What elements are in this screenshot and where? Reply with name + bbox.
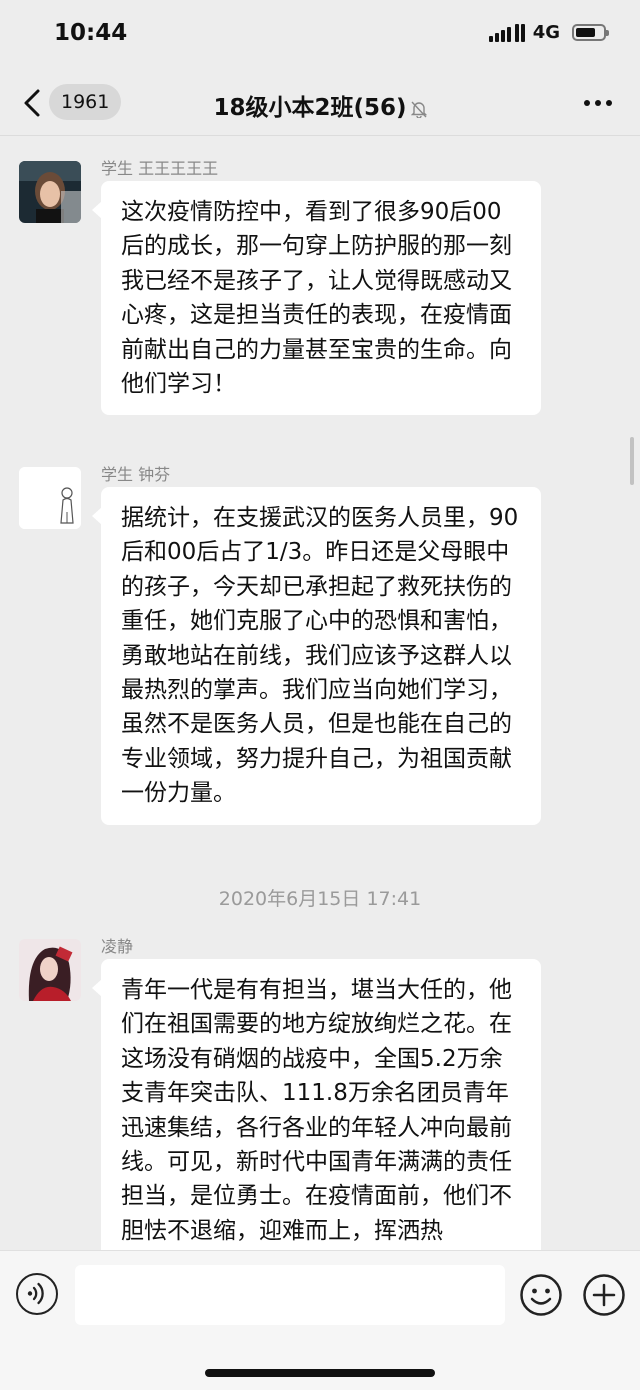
chat-title-text: 18级小本2班(56) [213, 95, 407, 121]
voice-icon[interactable] [16, 1273, 58, 1315]
sender-name: 学生 钟芬 [101, 465, 171, 484]
chat-title: 18级小本2班(56) [0, 88, 640, 122]
input-bar [0, 1250, 640, 1390]
message-bubble[interactable]: 这次疫情防控中，看到了很多90后00后的成长，那一句穿上防护服的那一刻我已经不是… [92, 181, 541, 416]
emoji-icon[interactable] [519, 1273, 563, 1317]
message-bubble[interactable]: 据统计，在支援武汉的医务人员里，90后和00后占了1/3。昨日还是父母眼中的孩子… [92, 487, 541, 825]
status-bar: 10:44 4G [0, 0, 640, 70]
home-indicator[interactable] [205, 1369, 435, 1377]
message-bubble[interactable]: 青年一代是有有担当，堪当大任的，他们在祖国需要的地方绽放绚烂之花。在这场没有硝烟… [92, 959, 541, 1250]
bell-off-icon [410, 101, 427, 118]
status-time: 10:44 [54, 20, 128, 46]
chat-header: 1961 18级小本2班(56) [0, 70, 640, 136]
avatar[interactable] [19, 939, 81, 1001]
sender-name: 凌静 [101, 937, 134, 956]
timestamp-divider: 2020年6月15日 17:41 [218, 888, 422, 910]
network-label: 4G [532, 22, 560, 43]
sender-name: 学生 王王王王王 [101, 159, 219, 178]
more-dots-icon[interactable] [584, 100, 612, 106]
message-input[interactable] [75, 1265, 505, 1325]
avatar[interactable] [19, 467, 81, 529]
avatar[interactable] [19, 161, 81, 223]
status-indicators: 4G [488, 22, 609, 43]
plus-circle-icon[interactable] [582, 1273, 626, 1317]
signal-icon [488, 23, 525, 42]
chat-messages[interactable]: 学生 王王王王王 这次疫情防控中，看到了很多90后00后的成长，那一句穿上防护服… [0, 137, 640, 1250]
battery-icon [572, 24, 609, 41]
scrollbar[interactable] [630, 437, 634, 485]
